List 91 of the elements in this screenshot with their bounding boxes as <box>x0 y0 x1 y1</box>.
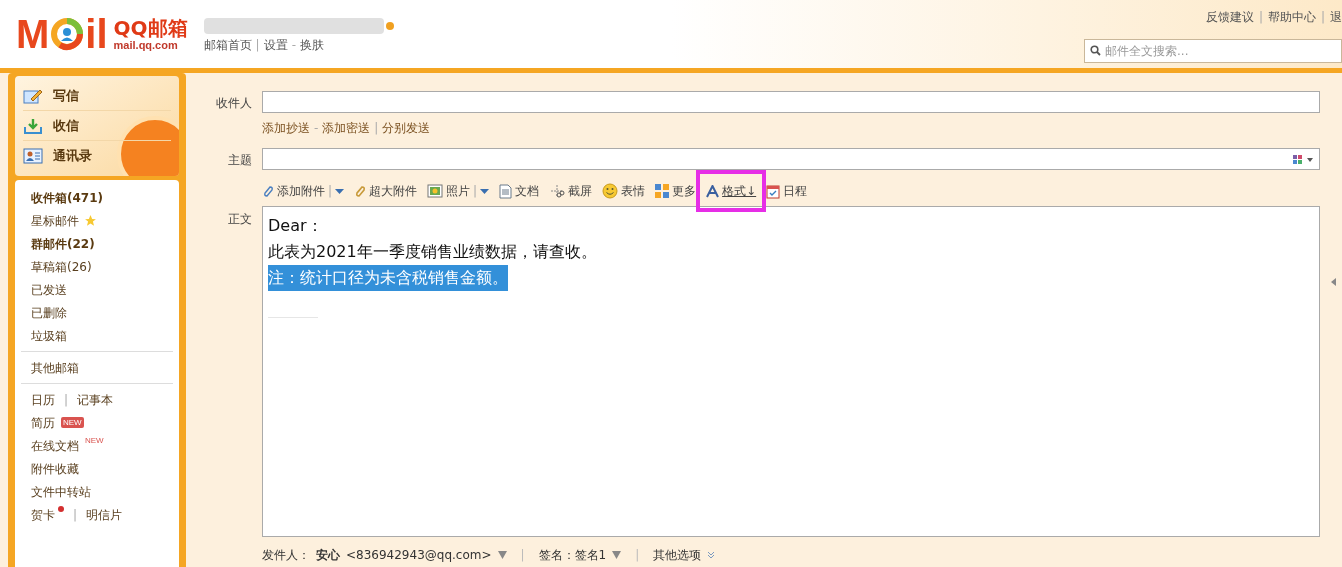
subject-field[interactable] <box>262 148 1320 170</box>
nav-link[interactable]: 换肤 <box>299 36 324 54</box>
toolbar-button[interactable]: 照片 <box>427 180 471 202</box>
field-label: 正文 <box>227 211 253 228</box>
sender-email: <836942943@qq.com> <box>346 547 492 564</box>
folder-link[interactable]: 已发送 <box>31 280 67 299</box>
message-text: Dear： <box>268 215 323 237</box>
caret-icon[interactable] <box>335 188 345 194</box>
cc-link[interactable]: 分别发送 <box>382 119 431 137</box>
toolbar-button[interactable]: 更多 <box>655 180 697 202</box>
sender-name: 安心 <box>316 547 340 564</box>
sender-label: 发件人： <box>262 547 310 564</box>
folder-link[interactable]: 群邮件(22) <box>31 234 95 253</box>
nav-link[interactable]: 邮箱首页 <box>203 36 252 54</box>
toolbar-button[interactable]: 超大附件 <box>354 180 418 202</box>
separator: | <box>520 547 525 564</box>
cc-link[interactable]: 添加抄送 <box>262 119 310 137</box>
separator: - <box>314 120 319 137</box>
calendar-icon <box>766 183 781 199</box>
search-field[interactable]: 邮件全文搜索... <box>1084 39 1342 63</box>
logo-text: M <box>16 14 50 54</box>
folder-link[interactable]: 简历 <box>31 413 55 432</box>
caret-icon[interactable] <box>480 188 490 194</box>
folder-link[interactable]: 文件中转站 <box>31 482 91 501</box>
chevron-down-icon <box>707 551 716 559</box>
collapse-arrow-icon[interactable] <box>1331 278 1336 286</box>
download-tray-icon <box>23 117 43 134</box>
options-link[interactable]: 其他选项 <box>653 546 702 564</box>
picture-icon <box>427 184 444 198</box>
separator: | <box>1258 9 1263 26</box>
separator: | <box>635 547 640 564</box>
new-badge: NEW <box>61 417 84 428</box>
top-link[interactable]: 帮助中心 <box>1267 8 1316 26</box>
sidebar-action[interactable]: 通讯录 <box>53 146 92 166</box>
brand-name: QQ邮箱 <box>113 17 188 38</box>
document-icon <box>499 183 513 199</box>
logo-text: il <box>85 14 108 54</box>
sidebar-action[interactable]: 收信 <box>53 115 79 136</box>
folder-link[interactable]: 已删除 <box>31 303 67 322</box>
message-text: 注：统计口径为未含税销售金额。 <box>268 265 508 291</box>
separator: | <box>473 183 478 200</box>
message-editor[interactable]: Dear： 此表为2021年一季度销售业绩数据，请查收。 注：统计口径为未含税销售金额。 <box>262 206 1320 537</box>
recipient-field[interactable] <box>262 91 1320 113</box>
letter-a-icon <box>706 184 720 198</box>
folder-link[interactable]: 收件箱(471) <box>31 188 104 207</box>
brand-domain: mail.qq.com <box>113 39 179 51</box>
pencil-paper-icon <box>23 87 43 104</box>
field-label: 主题 <box>227 152 253 169</box>
separator: | <box>64 391 69 409</box>
top-link[interactable]: 反馈建议 <box>1205 8 1254 26</box>
folder-link[interactable]: 明信片 <box>86 505 123 524</box>
search-icon <box>1090 45 1101 56</box>
paperclip-icon <box>354 184 367 198</box>
separator: | <box>328 183 333 200</box>
new-label: NEW <box>85 436 104 445</box>
separator: | <box>374 120 379 137</box>
toolbar-button[interactable]: 日程 <box>766 180 808 202</box>
template-picker-icon[interactable] <box>1293 154 1315 164</box>
separator: | <box>255 37 260 54</box>
signature-select[interactable]: 签名：签名1 <box>538 546 607 564</box>
folder-link[interactable]: 在线文档 <box>31 436 79 455</box>
logo-ring-icon <box>50 17 85 51</box>
folder-link[interactable]: 垃圾箱 <box>31 326 67 345</box>
folder-link[interactable]: 贺卡 <box>31 505 55 524</box>
folder-link[interactable]: 其他邮箱 <box>31 358 79 377</box>
contact-card-icon <box>23 148 43 164</box>
folder-link[interactable]: 记事本 <box>77 390 114 409</box>
toolbar-button[interactable]: 格式↓ <box>706 180 757 202</box>
toolbar-button[interactable]: 截屏 <box>549 180 593 202</box>
cc-link[interactable]: 添加密送 <box>322 119 371 137</box>
toolbar-button[interactable]: 文档 <box>499 180 540 202</box>
separator: | <box>1320 9 1325 26</box>
toolbar-button[interactable]: 表情 <box>602 180 646 202</box>
folder-link[interactable]: 草稿箱(26) <box>31 257 92 276</box>
tiles-icon <box>655 184 670 198</box>
folder-link[interactable]: 日历 <box>31 390 55 409</box>
paperclip-icon <box>262 184 274 198</box>
separator: | <box>73 506 78 524</box>
separator: - <box>291 37 296 54</box>
nav-link[interactable]: 设置 <box>263 36 288 54</box>
field-label: 收件人 <box>215 95 253 112</box>
folder-link[interactable]: 附件收藏 <box>31 459 79 478</box>
caret-icon[interactable] <box>612 551 622 559</box>
caret-icon[interactable] <box>497 551 507 559</box>
sidebar-action[interactable]: 写信 <box>53 85 79 106</box>
message-text: 此表为2021年一季度销售业绩数据，请查收。 <box>268 241 597 263</box>
top-link[interactable]: 退 <box>1330 8 1342 26</box>
toolbar-button[interactable]: 添加附件 <box>262 180 325 202</box>
folder-link[interactable]: 星标邮件 <box>31 211 79 230</box>
scissors-icon <box>549 183 566 199</box>
smiley-icon <box>602 183 619 199</box>
